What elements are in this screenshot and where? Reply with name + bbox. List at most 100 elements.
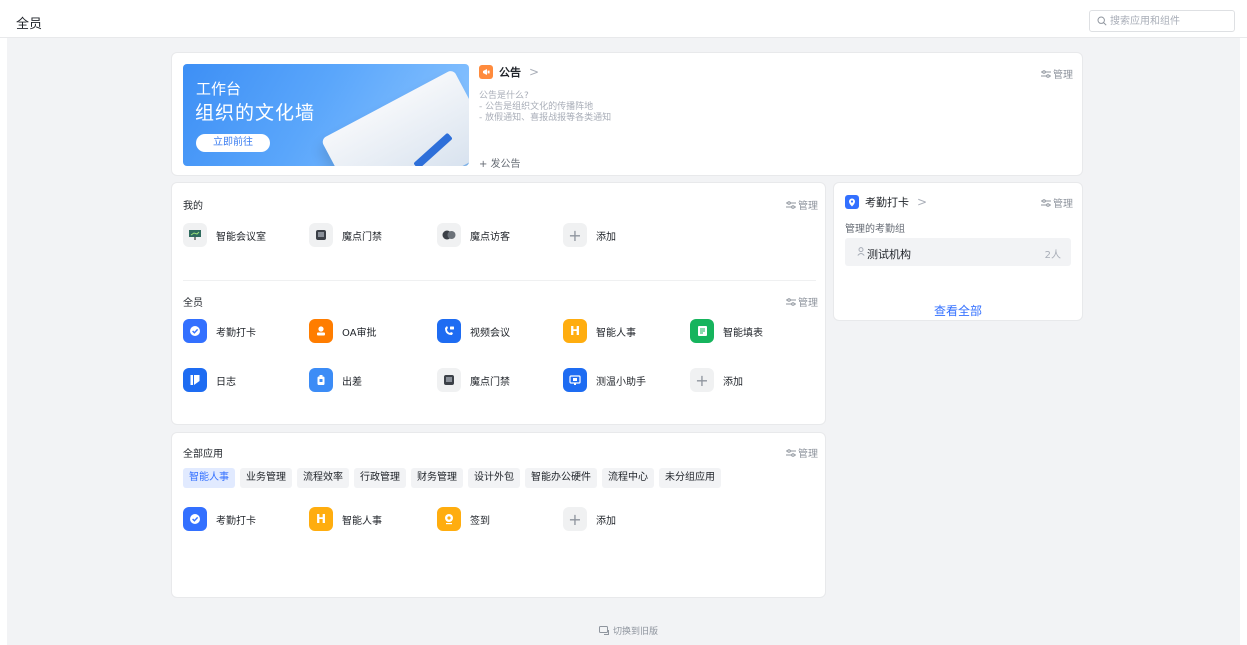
tab-business[interactable]: 业务管理 xyxy=(240,468,292,488)
tab-design-outsourcing[interactable]: 设计外包 xyxy=(468,468,520,488)
app-visitor[interactable]: 魔点访客 xyxy=(437,223,510,247)
app-label: 智能会议室 xyxy=(216,231,266,243)
attendance-icon xyxy=(183,507,207,531)
search-box[interactable] xyxy=(1089,10,1235,32)
app-door-access[interactable]: 魔点门禁 xyxy=(309,223,382,247)
hr-icon: H xyxy=(563,319,587,343)
app-temperature[interactable]: 测温小助手 xyxy=(563,368,646,392)
all-apps-card: 全部应用 管理 智能人事 业务管理 流程效率 行政管理 财务管理 设计外包 智能… xyxy=(171,432,826,598)
search-icon xyxy=(1097,16,1107,26)
notice-title: 公告 xyxy=(499,66,521,79)
temperature-icon xyxy=(563,368,587,392)
log-icon xyxy=(183,368,207,392)
settings-sliders-icon xyxy=(1041,69,1051,78)
app-label: 出差 xyxy=(342,376,362,388)
app-label: 添加 xyxy=(596,231,616,243)
switch-to-old-version[interactable]: 切换到旧版 xyxy=(599,624,658,637)
notice-line-1: - 公告是组织文化的传播阵地 xyxy=(479,102,594,112)
group-member-count: 2人 xyxy=(1044,250,1061,261)
all-staff-section-title: 全员 xyxy=(183,298,203,309)
org-name[interactable]: 全员 xyxy=(16,13,42,32)
app-door-access-2[interactable]: 魔点门禁 xyxy=(437,368,510,392)
manage-label: 管理 xyxy=(798,298,818,309)
all-apps-manage-button[interactable]: 管理 xyxy=(786,445,818,460)
app-label: OA审批 xyxy=(342,327,377,339)
app-smart-form[interactable]: 智能填表 xyxy=(690,319,763,343)
all-apps-section-title: 全部应用 xyxy=(183,449,223,460)
category-tabs: 智能人事 业务管理 流程效率 行政管理 财务管理 设计外包 智能办公硬件 流程中… xyxy=(183,468,726,488)
app-label: 签到 xyxy=(470,515,490,527)
app-attendance-2[interactable]: 考勤打卡 xyxy=(183,507,256,531)
mine-manage-button[interactable]: 管理 xyxy=(786,197,818,212)
app-label: 考勤打卡 xyxy=(216,327,256,339)
hr-icon: H xyxy=(309,507,333,531)
app-video-meeting[interactable]: 视频会议 xyxy=(437,319,510,343)
app-add[interactable]: + 添加 xyxy=(563,223,616,247)
notice-line-2: - 放假通知、喜报战报等各类通知 xyxy=(479,113,612,123)
app-log[interactable]: 日志 xyxy=(183,368,236,392)
plus-icon: + xyxy=(563,223,587,247)
banner-subtitle: 工作台 xyxy=(196,80,242,98)
meeting-room-icon xyxy=(183,223,207,247)
tab-process-center[interactable]: 流程中心 xyxy=(602,468,654,488)
attendance-widget-title: 考勤打卡 xyxy=(865,196,909,209)
section-divider xyxy=(183,280,816,281)
app-oa-approval[interactable]: OA审批 xyxy=(309,319,377,343)
tab-ungrouped[interactable]: 未分组应用 xyxy=(659,468,721,488)
go-now-button[interactable]: 立即前往 xyxy=(196,134,270,152)
video-call-icon xyxy=(437,319,461,343)
attendance-manage-button[interactable]: 管理 xyxy=(1041,195,1073,210)
switch-label: 切换到旧版 xyxy=(613,627,659,637)
app-add-3[interactable]: + 添加 xyxy=(563,507,616,531)
workspace-canvas: 工作台 组织的文化墙 立即前往 公告 > 管理 公告是什么? - 公告是组织文化… xyxy=(7,38,1240,645)
app-label: 视频会议 xyxy=(470,327,510,339)
app-label: 智能填表 xyxy=(723,327,763,339)
attendance-group-row[interactable]: 测试机构 2人 xyxy=(845,238,1071,266)
tab-administration[interactable]: 行政管理 xyxy=(354,468,406,488)
app-label: 添加 xyxy=(596,515,616,527)
notice-card: 工作台 组织的文化墙 立即前往 公告 > 管理 公告是什么? - 公告是组织文化… xyxy=(171,52,1083,176)
location-pin-icon xyxy=(845,195,859,209)
approval-icon xyxy=(309,319,333,343)
post-notice-button[interactable]: + 发公告 xyxy=(479,155,521,170)
all-staff-manage-button[interactable]: 管理 xyxy=(786,294,818,309)
manage-label: 管理 xyxy=(1053,199,1073,210)
notice-manage-button[interactable]: 管理 xyxy=(1041,66,1073,81)
view-all-link[interactable]: 查看全部 xyxy=(834,302,1082,319)
settings-sliders-icon xyxy=(786,200,796,209)
culture-wall-banner[interactable]: 工作台 组织的文化墙 立即前往 xyxy=(183,64,469,166)
app-groups-card: 我的 管理 智能会议室 魔点门禁 魔点访客 + 添加 全员 管理 考勤打卡 OA… xyxy=(171,182,826,425)
settings-sliders-icon xyxy=(786,297,796,306)
mine-section-title: 我的 xyxy=(183,201,203,212)
app-smart-hr-2[interactable]: H 智能人事 xyxy=(309,507,382,531)
chevron-right-icon: > xyxy=(529,65,540,79)
app-attendance[interactable]: 考勤打卡 xyxy=(183,319,256,343)
app-business-trip[interactable]: 出差 xyxy=(309,368,362,392)
checkin-icon xyxy=(437,507,461,531)
attendance-widget: 考勤打卡 > 管理 管理的考勤组 测试机构 2人 查看全部 xyxy=(833,182,1083,321)
notice-description: 公告是什么? - 公告是组织文化的传播阵地 - 放假通知、喜报战报等各类通知 xyxy=(479,91,611,124)
attendance-widget-header[interactable]: 考勤打卡 > xyxy=(845,194,927,210)
app-checkin[interactable]: 签到 xyxy=(437,507,490,531)
plus-icon: + xyxy=(690,368,714,392)
tab-finance[interactable]: 财务管理 xyxy=(411,468,463,488)
business-trip-icon xyxy=(309,368,333,392)
notice-intro: 公告是什么? xyxy=(479,91,529,101)
app-smart-hr[interactable]: H 智能人事 xyxy=(563,319,636,343)
door-access-icon xyxy=(437,368,461,392)
user-icon xyxy=(857,247,865,256)
megaphone-icon xyxy=(479,65,493,79)
app-meeting-room[interactable]: 智能会议室 xyxy=(183,223,266,247)
settings-sliders-icon xyxy=(1041,198,1051,207)
app-label: 测温小助手 xyxy=(596,376,646,388)
notice-header[interactable]: 公告 > xyxy=(479,64,539,80)
chevron-right-icon: > xyxy=(917,195,928,209)
search-input[interactable] xyxy=(1110,13,1230,29)
app-label: 魔点门禁 xyxy=(470,376,510,388)
tab-smart-office-hardware[interactable]: 智能办公硬件 xyxy=(525,468,597,488)
app-label: 添加 xyxy=(723,376,743,388)
tab-smart-hr[interactable]: 智能人事 xyxy=(183,468,235,488)
manage-label: 管理 xyxy=(1053,70,1073,81)
app-add-2[interactable]: + 添加 xyxy=(690,368,743,392)
tab-process-efficiency[interactable]: 流程效率 xyxy=(297,468,349,488)
